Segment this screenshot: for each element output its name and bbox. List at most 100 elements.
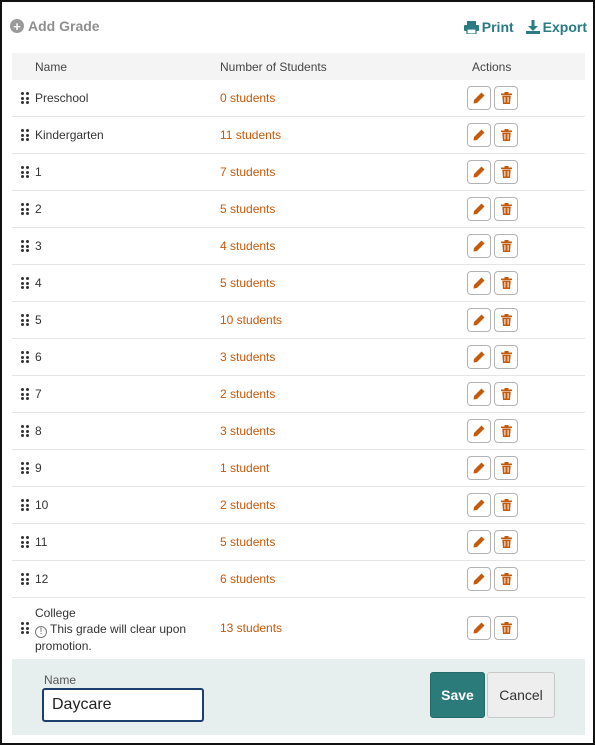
edit-button[interactable]: [467, 345, 491, 369]
row-actions: [467, 160, 518, 184]
pencil-icon: [473, 92, 485, 104]
delete-button[interactable]: [494, 419, 518, 443]
delete-button[interactable]: [494, 345, 518, 369]
table-row: 10 2 students: [12, 487, 585, 524]
grade-name: 1: [35, 165, 42, 179]
student-count-link[interactable]: 5 students: [220, 535, 275, 549]
delete-button[interactable]: [494, 160, 518, 184]
drag-handle-icon[interactable]: [21, 536, 29, 548]
drag-handle-icon[interactable]: [21, 499, 29, 511]
student-count-link[interactable]: 10 students: [220, 313, 282, 327]
delete-button[interactable]: [494, 616, 518, 640]
add-grade-button[interactable]: + Add Grade: [10, 18, 100, 34]
trash-icon: [500, 388, 512, 400]
save-button[interactable]: Save: [430, 672, 485, 718]
edit-button[interactable]: [467, 567, 491, 591]
edit-button[interactable]: [467, 160, 491, 184]
student-count-link[interactable]: 3 students: [220, 424, 275, 438]
drag-handle-icon[interactable]: [21, 277, 29, 289]
drag-handle-icon[interactable]: [21, 351, 29, 363]
drag-handle-icon[interactable]: [21, 240, 29, 252]
grades-panel: + Add Grade Print Export Name Number of …: [0, 0, 595, 745]
student-count-link[interactable]: 1 student: [220, 461, 269, 475]
edit-button[interactable]: [467, 419, 491, 443]
drag-handle-icon[interactable]: [21, 203, 29, 215]
edit-button[interactable]: [467, 308, 491, 332]
delete-button[interactable]: [494, 493, 518, 517]
student-count-link[interactable]: 6 students: [220, 572, 275, 586]
delete-button[interactable]: [494, 86, 518, 110]
grade-name: 6: [35, 350, 42, 364]
pencil-icon: [473, 536, 485, 548]
student-count-link[interactable]: 2 students: [220, 498, 275, 512]
download-icon: [525, 20, 540, 34]
trash-icon: [500, 277, 512, 289]
pencil-icon: [473, 351, 485, 363]
drag-handle-icon[interactable]: [21, 622, 29, 634]
delete-button[interactable]: [494, 308, 518, 332]
edit-button[interactable]: [467, 456, 491, 480]
drag-handle-icon[interactable]: [21, 462, 29, 474]
drag-handle-icon[interactable]: [21, 573, 29, 585]
grade-name: 9: [35, 461, 42, 475]
trash-icon: [500, 92, 512, 104]
student-count-link[interactable]: 11 students: [220, 128, 281, 142]
drag-handle-icon[interactable]: [21, 166, 29, 178]
add-grade-label: Add Grade: [28, 18, 100, 34]
header-actions: Actions: [472, 59, 512, 74]
edit-button[interactable]: [467, 86, 491, 110]
delete-button[interactable]: [494, 456, 518, 480]
edit-button[interactable]: [467, 616, 491, 640]
student-count-link[interactable]: 13 students: [220, 621, 282, 635]
trash-icon: [500, 240, 512, 252]
student-count-link[interactable]: 5 students: [220, 202, 275, 216]
drag-handle-icon[interactable]: [21, 92, 29, 104]
drag-handle-icon[interactable]: [21, 314, 29, 326]
edit-button[interactable]: [467, 197, 491, 221]
edit-button[interactable]: [467, 530, 491, 554]
table-row: College ! This grade will clear upon prom…: [12, 598, 585, 658]
pencil-icon: [473, 203, 485, 215]
row-actions: [467, 419, 518, 443]
row-actions: [467, 123, 518, 147]
pencil-icon: [473, 622, 485, 634]
print-label: Print: [481, 19, 514, 35]
edit-button[interactable]: [467, 382, 491, 406]
delete-button[interactable]: [494, 197, 518, 221]
table-row: 9 1 student: [12, 450, 585, 487]
table-row: 4 5 students: [12, 265, 585, 302]
pencil-icon: [473, 425, 485, 437]
export-button[interactable]: Export: [525, 19, 587, 35]
student-count-link[interactable]: 3 students: [220, 350, 275, 364]
grade-name: Preschool: [35, 91, 89, 105]
drag-handle-icon[interactable]: [21, 425, 29, 437]
student-count-link[interactable]: 4 students: [220, 239, 275, 253]
delete-button[interactable]: [494, 567, 518, 591]
delete-button[interactable]: [494, 123, 518, 147]
edit-button[interactable]: [467, 123, 491, 147]
toolbar-actions: Print Export: [463, 19, 587, 35]
edit-button[interactable]: [467, 234, 491, 258]
delete-button[interactable]: [494, 530, 518, 554]
trash-icon: [500, 622, 512, 634]
drag-handle-icon[interactable]: [21, 388, 29, 400]
grade-name-input[interactable]: [42, 688, 204, 722]
trash-icon: [500, 166, 512, 178]
delete-button[interactable]: [494, 271, 518, 295]
student-count-link[interactable]: 5 students: [220, 276, 275, 290]
grades-table: Name Number of Students Actions Preschoo…: [12, 53, 585, 658]
row-actions: [467, 234, 518, 258]
edit-button[interactable]: [467, 493, 491, 517]
delete-button[interactable]: [494, 382, 518, 406]
grade-name: 12: [35, 572, 49, 586]
edit-button[interactable]: [467, 271, 491, 295]
cancel-button[interactable]: Cancel: [487, 672, 555, 718]
student-count-link[interactable]: 0 students: [220, 91, 275, 105]
drag-handle-icon[interactable]: [21, 129, 29, 141]
student-count-link[interactable]: 2 students: [220, 387, 275, 401]
delete-button[interactable]: [494, 234, 518, 258]
grade-name: 3: [35, 239, 42, 253]
export-label: Export: [542, 19, 587, 35]
print-button[interactable]: Print: [463, 19, 514, 35]
student-count-link[interactable]: 7 students: [220, 165, 275, 179]
